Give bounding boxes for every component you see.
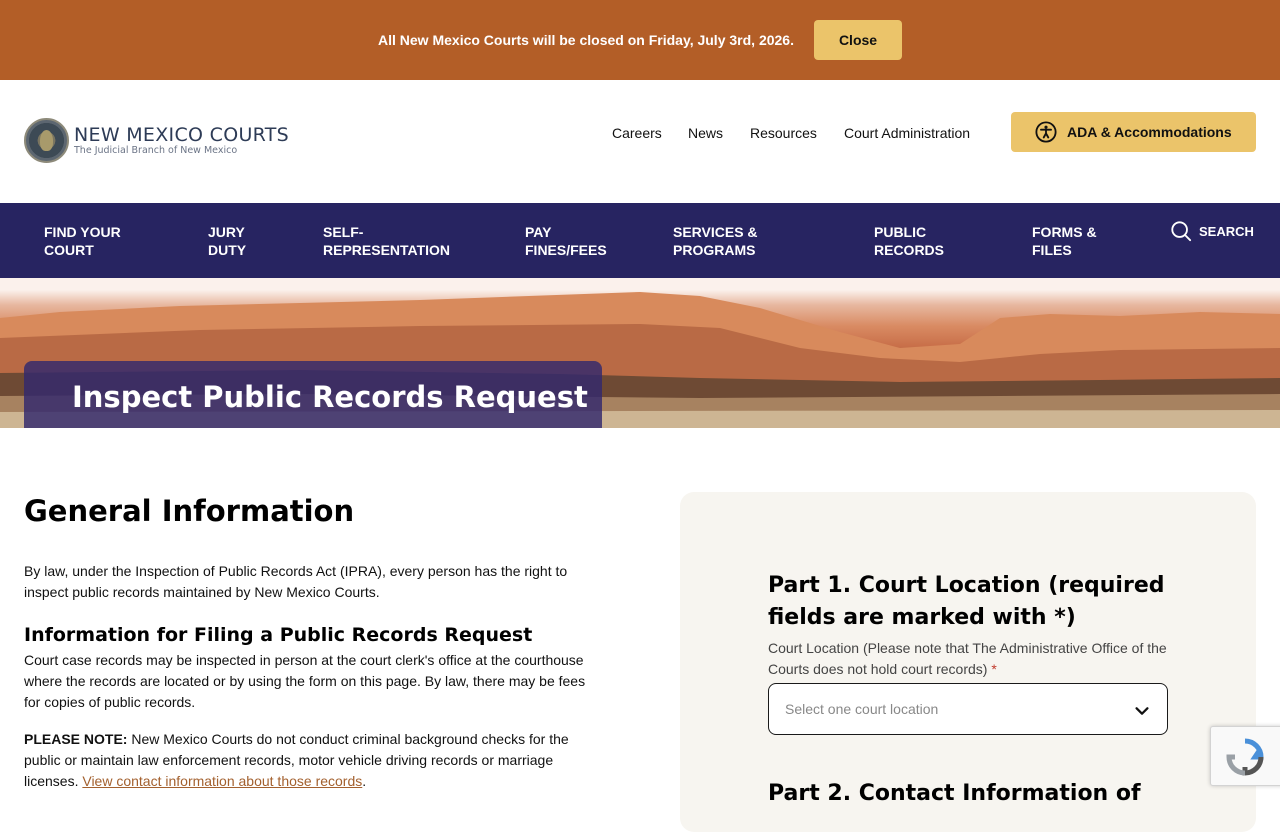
accessibility-icon: [1035, 121, 1057, 143]
part1-title: Part 1. Court Location (required fields …: [768, 573, 1165, 630]
utility-link-careers[interactable]: Careers: [612, 125, 662, 141]
nav-item-services-programs[interactable]: SERVICES & PROGRAMS: [673, 223, 758, 259]
search-label: SEARCH: [1199, 223, 1254, 239]
chevron-down-icon: [1135, 707, 1149, 715]
nav-item-find-your-court[interactable]: FIND YOUR COURT: [44, 223, 121, 259]
nav-search-button[interactable]: SEARCH: [1170, 220, 1254, 242]
nav-label-line1: FORMS &: [1032, 224, 1097, 240]
nav-label-line2: RECORDS: [874, 242, 945, 258]
filing-paragraph: Court case records may be inspected in p…: [24, 652, 586, 710]
ada-accommodations-button[interactable]: ADA & Accommodations: [1011, 112, 1256, 152]
court-location-label-text: Court Location (Please note that The Adm…: [768, 640, 1167, 677]
nav-label-line1: SELF-: [323, 224, 364, 240]
site-header: NEW MEXICO COURTS The Judicial Branch of…: [0, 80, 1280, 203]
nav-item-forms-files[interactable]: FORMS & FILES: [1032, 223, 1097, 259]
search-icon: [1171, 221, 1192, 242]
main-navigation: FIND YOUR COURT JURY DUTY SELF- REPRESEN…: [0, 203, 1280, 278]
filing-subheading: Information for Filing a Public Records …: [24, 624, 533, 646]
utility-link-resources[interactable]: Resources: [750, 125, 817, 141]
contact-info-link[interactable]: View contact information about those rec…: [82, 773, 362, 789]
alert-bar: All New Mexico Courts will be closed on …: [0, 0, 1280, 80]
general-information-heading: General Information: [24, 494, 355, 528]
court-location-placeholder: Select one court location: [785, 701, 939, 717]
hero-title-box: Inspect Public Records Request: [24, 361, 602, 428]
nav-label-line2: FILES: [1032, 242, 1072, 258]
nav-item-self-representation[interactable]: SELF- REPRESENTATION: [323, 223, 450, 259]
note-end: .: [362, 773, 367, 789]
nav-label-line1: JURY: [208, 224, 245, 240]
site-logo[interactable]: NEW MEXICO COURTS The Judicial Branch of…: [24, 118, 289, 163]
nav-item-public-records[interactable]: PUBLIC RECORDS: [874, 223, 944, 259]
court-location-select[interactable]: Select one court location: [768, 683, 1168, 735]
intro-paragraph: By law, under the Inspection of Public R…: [24, 563, 568, 600]
required-mark: *: [991, 661, 997, 677]
nav-label-line1: SERVICES &: [673, 224, 758, 240]
utility-link-news[interactable]: News: [688, 125, 723, 141]
recaptcha-badge[interactable]: [1210, 726, 1280, 786]
alert-close-button[interactable]: Close: [814, 20, 902, 60]
nav-label-line2: REPRESENTATION: [323, 242, 451, 258]
logo-subtitle: The Judicial Branch of New Mexico: [74, 145, 238, 156]
utility-link-court-administration[interactable]: Court Administration: [844, 125, 970, 141]
logo-title: NEW MEXICO COURTS: [74, 124, 290, 146]
recaptcha-icon: [1226, 738, 1264, 776]
nav-item-jury-duty[interactable]: JURY DUTY: [208, 223, 246, 259]
ada-label: ADA & Accommodations: [1067, 124, 1232, 140]
part2-title: Part 2. Contact Information of: [768, 781, 1141, 806]
court-seal-icon: [24, 118, 69, 163]
nav-item-pay-fines-fees[interactable]: PAY FINES/FEES: [525, 223, 607, 259]
hero-banner: Inspect Public Records Request: [0, 278, 1280, 428]
note-paragraph: PLEASE NOTE: New Mexico Courts do not co…: [24, 729, 594, 792]
nav-label-line2: PROGRAMS: [673, 242, 756, 258]
nav-label-line1: PAY: [525, 224, 552, 240]
nav-label-line1: FIND YOUR: [44, 224, 121, 240]
note-label: PLEASE NOTE:: [24, 731, 128, 747]
nav-label-line2: DUTY: [208, 242, 247, 258]
nav-label-line2: FINES/FEES: [525, 242, 607, 258]
alert-message: All New Mexico Courts will be closed on …: [378, 32, 794, 48]
nav-label-line2: COURT: [44, 242, 94, 258]
court-location-label: Court Location (Please note that The Adm…: [768, 638, 1178, 680]
nav-label-line1: PUBLIC: [874, 224, 927, 240]
page-title: Inspect Public Records Request: [72, 380, 588, 414]
